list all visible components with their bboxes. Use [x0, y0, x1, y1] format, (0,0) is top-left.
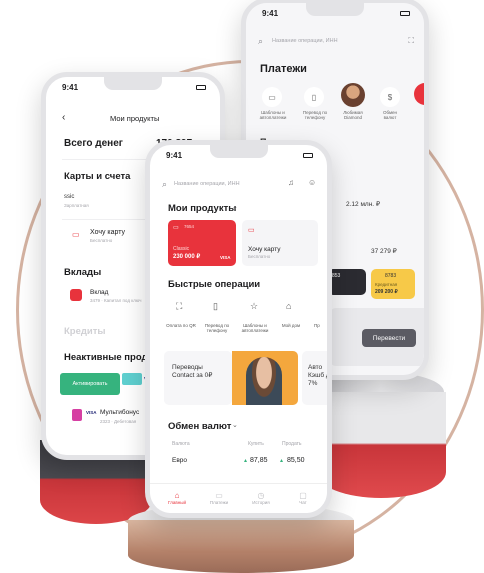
multibonus-card-icon	[72, 409, 82, 421]
promo-photo	[232, 351, 298, 405]
card-add-icon: ▭	[248, 227, 255, 234]
profile-icon[interactable]: ☺	[308, 178, 316, 187]
arrow-up-icon: ▴	[244, 458, 248, 464]
exchange-icon: $	[380, 87, 400, 107]
arrow-up-icon: ▴	[280, 458, 284, 464]
section-title: Неактивные проду	[64, 352, 153, 363]
home-icon: ⌂	[286, 301, 292, 311]
card-name[interactable]: ssic	[64, 194, 74, 200]
section-title: Мои продукты	[168, 203, 237, 214]
page-title: Мои продукты	[110, 114, 160, 123]
promo-autopay[interactable]: Авто Кэшб до 7%	[302, 351, 327, 405]
transfer-button[interactable]: Перевести	[362, 329, 416, 347]
scan-icon[interactable]: ⛶	[408, 36, 414, 46]
search-input[interactable]: Название операции, ИНН	[272, 38, 338, 44]
section-title: Обмен валют	[168, 421, 232, 432]
status-time: 9:41	[62, 83, 79, 92]
page-title: Платежи	[260, 63, 307, 75]
mini-card[interactable]: 853	[328, 269, 366, 295]
fx-sell: 85,50	[287, 457, 305, 464]
add-action-button[interactable]	[414, 83, 424, 105]
deposit-name[interactable]: Вклад	[90, 289, 108, 296]
search-icon: ⌕	[162, 179, 168, 189]
tab-bar: ⌂ Главный ▭ Платежи ◷ История ▢ Чат	[150, 483, 327, 513]
stage: 9:41 ⌕ Название операции, ИНН ⛶ Платежи …	[0, 0, 484, 573]
template-icon: ▭	[262, 87, 282, 107]
tab-history[interactable]: ◷ История	[244, 491, 278, 505]
chevron-down-icon[interactable]: ⌄	[232, 421, 238, 429]
search-icon: ⌕	[258, 36, 264, 46]
chevron-down-icon[interactable]: ⌄	[232, 203, 238, 211]
phone-center: 9:41 ⌕ Название операции, ИНН ♫ ☺ Мои пр…	[145, 140, 332, 518]
avatar	[341, 83, 365, 107]
search-input[interactable]: Название операции, ИНН	[174, 181, 240, 187]
deposit-sub: 3479 · Капитал под ключ	[90, 298, 142, 303]
deposit-icon	[70, 289, 82, 301]
pedestal-center-base	[128, 520, 354, 573]
back-icon[interactable]: ‹	[62, 112, 65, 123]
visa-logo: VISA	[86, 410, 97, 415]
home-tab-icon: ⌂	[174, 491, 180, 500]
multibonus-sub: 2323 · Дебетовая	[100, 419, 137, 424]
total-label: Всего денег	[64, 138, 123, 149]
chat-tab-icon: ▢	[299, 491, 307, 500]
product-card-red[interactable]: ▭ 7654 Classic 230 000 ₽ VISA	[168, 220, 236, 266]
section-title: Кредиты	[64, 326, 106, 337]
phone-transfer-icon: ▯	[304, 87, 324, 107]
amount: 2.12 млн. ₽	[346, 201, 381, 208]
want-card-sub: Бесплатно	[90, 238, 113, 243]
amount: 37 279 ₽	[371, 248, 397, 255]
mini-card[interactable]: 8783 Кредитная 209 200 ₽	[371, 269, 415, 299]
phone-icon: ▯	[213, 301, 218, 311]
fx-header-sell: Продать	[282, 441, 302, 447]
history-tab-icon: ◷	[257, 491, 265, 500]
star-icon: ☆	[250, 301, 259, 311]
fx-currency: Евро	[172, 457, 188, 464]
tab-chat[interactable]: ▢ Чат	[286, 491, 320, 505]
fx-header-currency: Валюта	[172, 441, 190, 447]
status-time: 9:41	[166, 151, 183, 160]
activate-button[interactable]: Активировать	[60, 373, 120, 395]
status-time: 9:41	[262, 9, 279, 18]
quick-op[interactable]: Пр	[314, 323, 320, 328]
promo-contact[interactable]: Переводы Contact за 0₽	[164, 351, 232, 405]
want-card-title[interactable]: Хочу карту	[90, 229, 125, 236]
card-icon: ▭	[173, 225, 179, 231]
multibonus-name[interactable]: Мультибонус	[100, 409, 139, 416]
section-title: Быстрые операции	[168, 279, 261, 290]
qr-icon: ⛶	[176, 301, 183, 311]
fx-buy: 87,85	[250, 457, 268, 464]
card-add-icon: ▭	[72, 230, 80, 239]
want-card-tile[interactable]: ▭ Хочу карту Бесплатно	[242, 220, 318, 266]
pedestal-right-base	[316, 392, 446, 498]
tab-payments[interactable]: ▭ Платежи	[202, 491, 236, 505]
fx-header-buy: Купить	[248, 441, 264, 447]
card-sub: Зарплатная	[64, 203, 89, 208]
payments-tab-icon: ▭	[215, 491, 223, 500]
tab-home[interactable]: ⌂ Главный	[160, 491, 194, 505]
section-title: Вклады	[64, 267, 102, 278]
card-thumbnail	[122, 373, 142, 385]
section-title: Карты и счета	[64, 171, 131, 182]
bell-icon[interactable]: ♫	[288, 178, 294, 187]
woman-photo	[246, 357, 282, 405]
